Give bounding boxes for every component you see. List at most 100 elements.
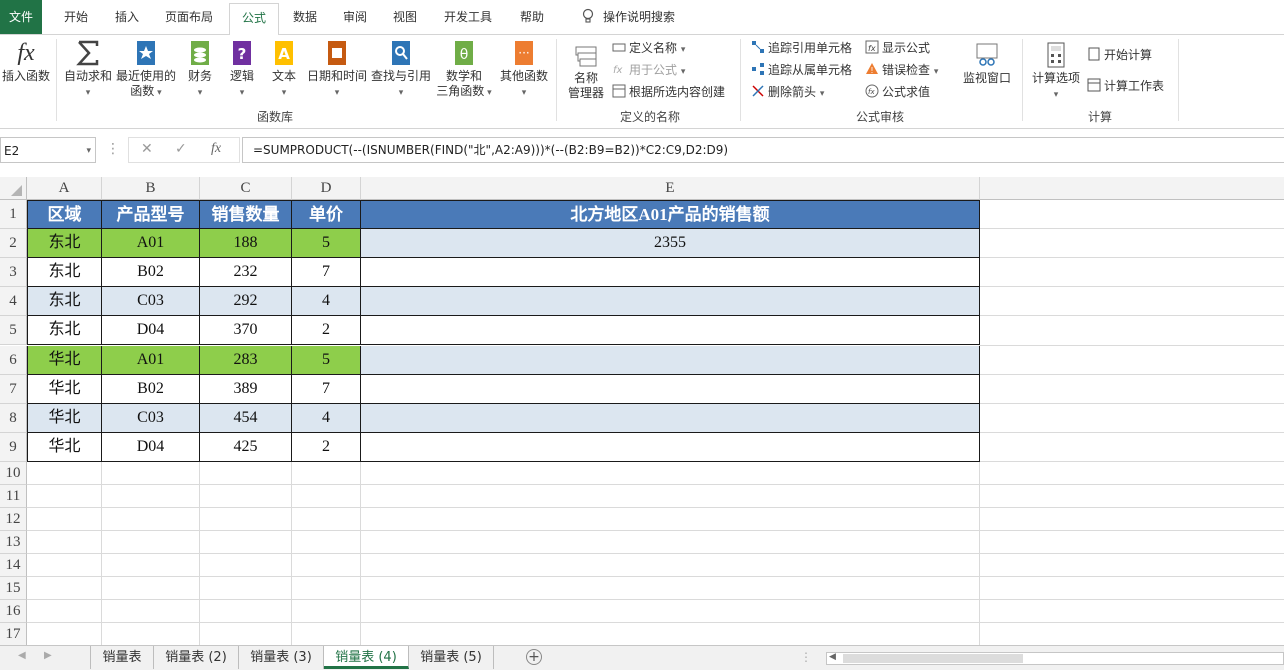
cell-price[interactable]: 5 [292,345,361,375]
cell-region[interactable]: 华北 [27,432,102,462]
column-header-c[interactable]: C [200,177,292,200]
tab-home[interactable]: 开始 [53,0,99,34]
formula-input[interactable]: =SUMPRODUCT(--(ISNUMBER(FIND("北",A2:A9))… [242,137,1284,163]
logical-button[interactable]: ? 逻辑 ▾ [222,39,262,101]
cell-model[interactable]: A01 [102,345,200,375]
name-manager-button[interactable]: 名称 管理器 [562,41,610,101]
cell-sales[interactable] [361,258,980,288]
scroll-left-icon[interactable]: ◀ [18,650,26,661]
scroll-left-arrow-icon[interactable]: ◀ [829,652,836,662]
sheet-tab[interactable]: 销量表 [91,646,154,669]
row-header[interactable]: 16 [0,599,27,623]
row-header[interactable]: 5 [0,316,27,346]
cell-price[interactable]: 4 [292,403,361,433]
header-cell-model[interactable]: 产品型号 [102,200,200,230]
cell-model[interactable]: C03 [102,403,200,433]
row-header[interactable]: 8 [0,403,27,433]
row-header[interactable]: 14 [0,553,27,577]
cell-price[interactable]: 7 [292,374,361,404]
cell-region[interactable]: 华北 [27,345,102,375]
remove-arrows-button[interactable]: 删除箭头 ▾ [751,82,824,102]
cell-quantity[interactable]: 454 [200,403,292,433]
column-header-b[interactable]: B [102,177,200,200]
insert-function-button[interactable]: fx 插入函数 [0,39,52,84]
cell-quantity[interactable]: 389 [200,374,292,404]
math-trig-button[interactable]: θ 数学和 三角函数 ▾ [434,39,494,101]
cell-region[interactable]: 东北 [27,316,102,346]
scrollbar-thumb[interactable] [843,654,1023,663]
tab-formulas[interactable]: 公式 [229,3,279,36]
row-header[interactable]: 15 [0,576,27,600]
watch-window-button[interactable]: 监视窗口 [958,41,1016,86]
cell-sales[interactable] [361,287,980,317]
header-cell-price[interactable]: 单价 [292,200,361,230]
enter-icon[interactable]: ✓ [175,141,187,157]
cell-region[interactable]: 东北 [27,229,102,259]
row-header[interactable]: 17 [0,622,27,646]
financial-button[interactable]: 财务 ▾ [180,39,220,101]
cell-quantity[interactable]: 292 [200,287,292,317]
cell-region[interactable]: 东北 [27,287,102,317]
header-cell-sales[interactable]: 北方地区A01产品的销售额 [361,200,980,230]
cell-region[interactable]: 华北 [27,374,102,404]
show-formulas-button[interactable]: fx 显示公式 [865,38,930,58]
tab-view[interactable]: 视图 [383,0,427,34]
cell-sales[interactable] [361,345,980,375]
calc-sheet-button[interactable]: 计算工作表 [1087,76,1164,96]
cell-quantity[interactable]: 188 [200,229,292,259]
header-cell-quantity[interactable]: 销售数量 [200,200,292,230]
row-header[interactable]: 10 [0,461,27,485]
cell-quantity[interactable]: 283 [200,345,292,375]
lookup-button[interactable]: 查找与引用 ▾ [370,39,432,101]
tab-review[interactable]: 审阅 [333,0,377,34]
cell-quantity[interactable]: 425 [200,432,292,462]
tab-page-layout[interactable]: 页面布局 [158,0,220,34]
tab-help[interactable]: 帮助 [509,0,555,34]
cell-sales[interactable] [361,403,980,433]
sheet-tab[interactable]: 销量表 (2) [154,646,239,669]
row-header[interactable]: 7 [0,374,27,404]
calc-options-button[interactable]: 计算选项 ▾ [1030,41,1082,103]
tab-data[interactable]: 数据 [283,0,327,34]
tab-insert[interactable]: 插入 [104,0,150,34]
tab-file[interactable]: 文件 [0,0,42,34]
sheet-tab[interactable]: 销量表 (3) [239,646,324,669]
row-header[interactable]: 13 [0,530,27,554]
text-button[interactable]: A 文本 ▾ [264,39,304,101]
row-header[interactable]: 2 [0,229,27,259]
column-header-d[interactable]: D [292,177,361,200]
cell-model[interactable]: B02 [102,374,200,404]
error-checking-button[interactable]: ! 错误检查 ▾ [865,60,938,80]
select-all-corner[interactable] [0,177,27,200]
row-header[interactable]: 12 [0,507,27,531]
trace-precedents-button[interactable]: 追踪引用单元格 [751,38,852,58]
row-header[interactable]: 1 [0,200,27,230]
row-header[interactable]: 11 [0,484,27,508]
column-header-e[interactable]: E [361,177,980,200]
sheet-tab-active[interactable]: 销量表 (4) [324,646,409,669]
row-header[interactable]: 3 [0,258,27,288]
cell-model[interactable]: C03 [102,287,200,317]
sheet-tab[interactable]: 销量表 (5) [409,646,494,669]
horizontal-scrollbar[interactable]: ◀ [826,652,1284,665]
add-sheet-icon[interactable]: + [526,649,542,665]
scroll-right-icon[interactable]: ▶ [44,650,52,661]
header-cell-region[interactable]: 区域 [27,200,102,230]
cell-sales[interactable] [361,316,980,346]
cell-region[interactable]: 华北 [27,403,102,433]
datetime-button[interactable]: 日期和时间 ▾ [306,39,368,101]
create-from-selection-button[interactable]: 根据所选内容创建 [612,82,725,102]
evaluate-formula-button[interactable]: fx 公式求值 [865,82,930,102]
row-header[interactable]: 6 [0,345,27,375]
insert-function-icon[interactable]: fx [211,141,221,157]
recent-functions-button[interactable]: 最近使用的 函数 ▾ [114,39,178,101]
column-header-a[interactable]: A [27,177,102,200]
use-in-formula-button[interactable]: fx 用于公式 ▾ [612,60,685,80]
tab-developer[interactable]: 开发工具 [435,0,501,34]
define-name-button[interactable]: 定义名称 ▾ [612,38,685,58]
more-functions-button[interactable]: ··· 其他函数 ▾ [496,39,552,101]
trace-dependents-button[interactable]: 追踪从属单元格 [751,60,852,80]
autosum-button[interactable]: 自动求和 ▾ [62,39,114,101]
cell-price[interactable]: 5 [292,229,361,259]
cell-quantity[interactable]: 232 [200,258,292,288]
